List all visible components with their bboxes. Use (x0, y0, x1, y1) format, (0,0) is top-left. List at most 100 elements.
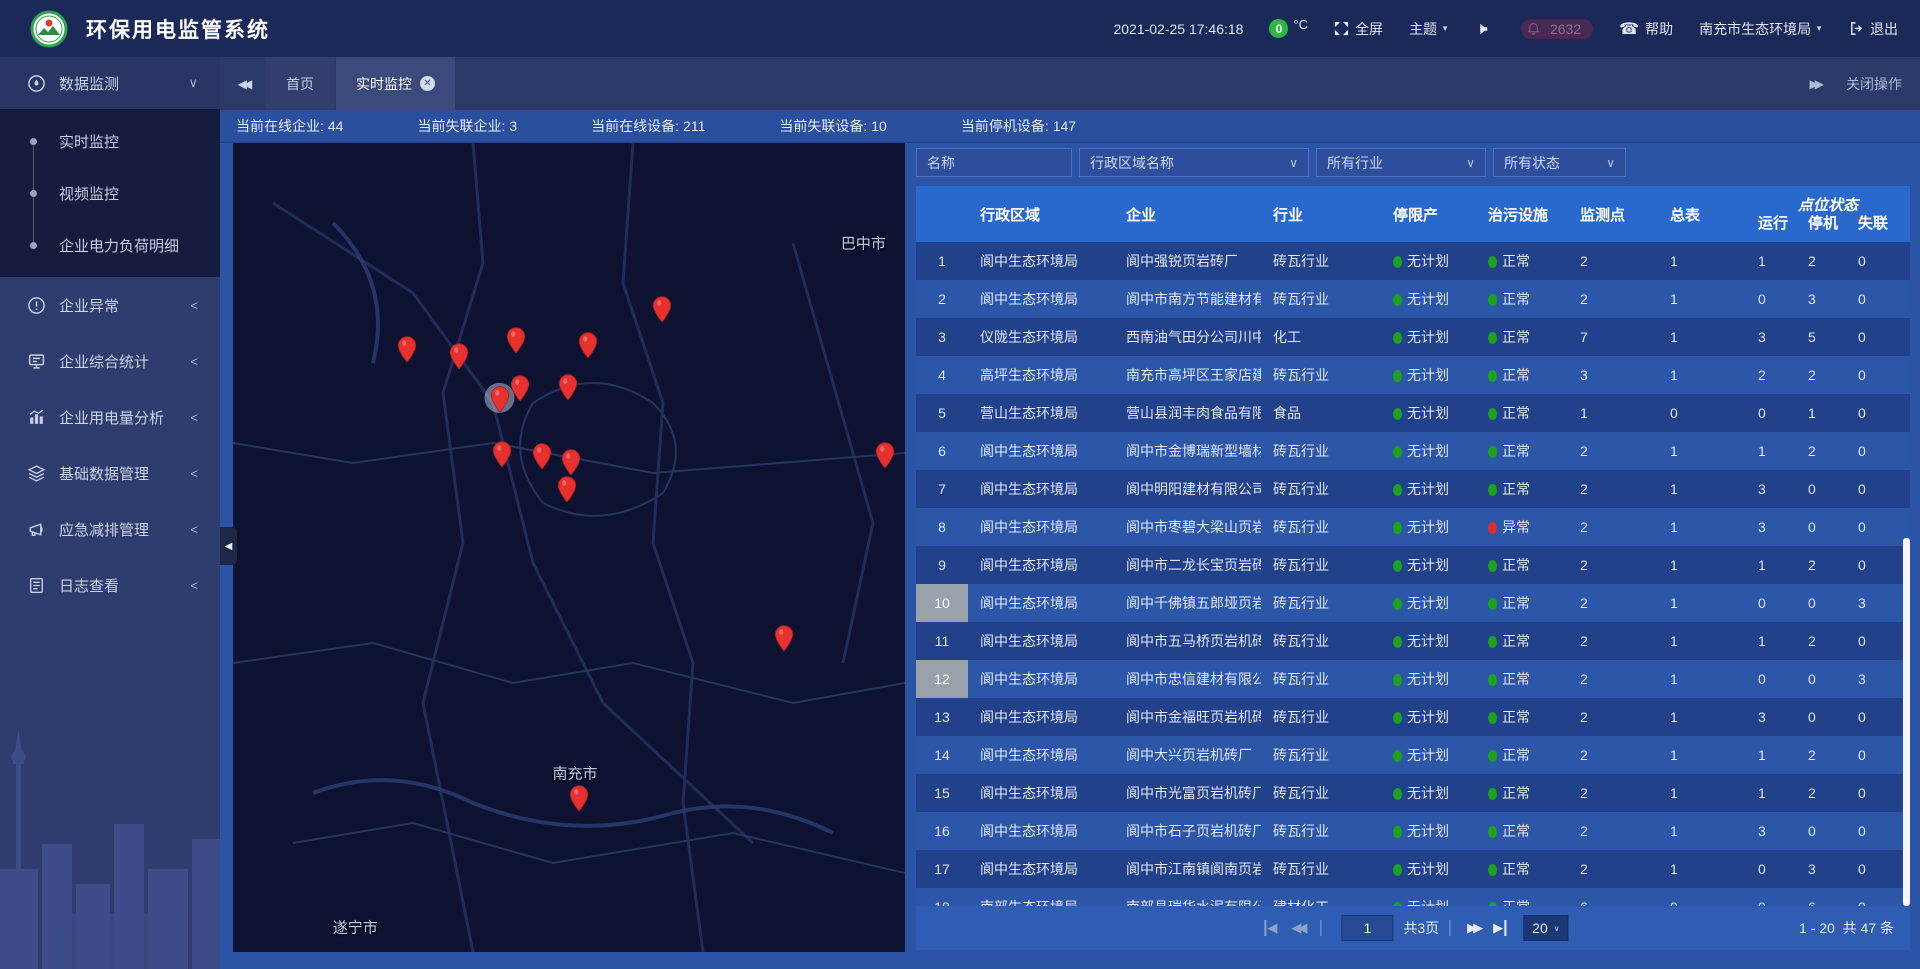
last-page-button[interactable]: ▶ (1493, 920, 1506, 936)
close-tab-icon[interactable]: ✕ (420, 76, 435, 91)
cell-num: 3 (916, 318, 968, 356)
sidebar-item-data-monitoring[interactable]: 数据监测 ∨ (0, 57, 220, 109)
cell-points: 2 (1568, 671, 1658, 687)
tab-realtime-monitoring[interactable]: 实时监控 ✕ (336, 57, 455, 110)
stats-board-icon (27, 352, 47, 371)
map-pin[interactable] (506, 327, 525, 354)
sidebar-item-enterprise-abnormal[interactable]: 企业异常 < (0, 277, 220, 333)
cell-stop: 2 (1796, 557, 1846, 573)
notification-badge[interactable]: 2632 (1521, 19, 1593, 39)
sidebar-item-enterprise-stats[interactable]: 企业综合统计 < (0, 333, 220, 389)
logout-button[interactable]: 退出 (1849, 19, 1898, 39)
cell-stop-limit: 无计划 (1381, 859, 1476, 879)
facility-dot (1488, 370, 1497, 382)
cell-facility: 正常 (1476, 821, 1568, 841)
chevron-down-icon: ∨ (1289, 156, 1298, 170)
help-button[interactable]: ☎ 帮助 (1619, 19, 1673, 39)
table-scrollbar[interactable] (1903, 538, 1910, 906)
table-row[interactable]: 1 阆中生态环境局 阆中强锐页岩砖厂 砖瓦行业 无计划 正常 2 1 1 2 0 (916, 242, 1910, 280)
industry-select[interactable]: 所有行业 ∨ (1316, 148, 1486, 177)
table-row[interactable]: 9 阆中生态环境局 阆中市二龙长宝页岩砖 砖瓦行业 无计划 正常 2 1 1 2… (916, 546, 1910, 584)
cell-stop: 0 (1796, 671, 1846, 687)
table-row[interactable]: 3 仪陇生态环境局 西南油气田分公司川中 化工 无计划 正常 7 1 3 5 0 (916, 318, 1910, 356)
table-row[interactable]: 6 阆中生态环境局 阆中市金博瑞新型墙材 砖瓦行业 无计划 正常 2 1 1 2… (916, 432, 1910, 470)
sidebar-item-base-data[interactable]: 基础数据管理 < (0, 445, 220, 501)
region-select[interactable]: 行政区域名称 ∨ (1079, 148, 1309, 177)
sidebar-item-label: 数据监测 (59, 73, 119, 94)
chevron-left-icon: < (190, 354, 198, 369)
map-pin[interactable] (398, 336, 417, 363)
sidebar-item-video-monitoring[interactable]: 视频监控 (0, 167, 220, 219)
page-number-input[interactable]: 1 (1341, 915, 1393, 941)
sidebar-item-realtime-monitoring[interactable]: 实时监控 (0, 115, 220, 167)
map-canvas[interactable]: 巴中市南充市遂宁市 (233, 143, 905, 952)
table-row[interactable]: 16 阆中生态环境局 阆中市石子页岩机砖厂 砖瓦行业 无计划 正常 2 1 3 … (916, 812, 1910, 850)
cell-points: 2 (1568, 785, 1658, 801)
table-row[interactable]: 2 阆中生态环境局 阆中市南方节能建材有 砖瓦行业 无计划 正常 2 1 0 3… (916, 280, 1910, 318)
name-search-field[interactable] (916, 148, 1072, 177)
theme-menu[interactable]: 主题 ▼ (1409, 19, 1449, 39)
prev-page-button[interactable]: ◀◀ (1291, 920, 1303, 936)
collapse-map-handle[interactable]: ◀ (220, 527, 237, 565)
sidebar-item-power-analysis[interactable]: 企业用电量分析 < (0, 389, 220, 445)
name-search-input[interactable] (927, 155, 1061, 171)
cell-facility: 正常 (1476, 327, 1568, 347)
table-row[interactable]: 7 阆中生态环境局 阆中明阳建材有限公司 砖瓦行业 无计划 正常 2 1 3 0… (916, 470, 1910, 508)
cell-num: 1 (916, 242, 968, 280)
map-pin[interactable] (510, 375, 529, 402)
status-select[interactable]: 所有状态 ∨ (1493, 148, 1626, 177)
map-pin[interactable] (652, 296, 671, 323)
map-pin[interactable] (775, 625, 794, 652)
double-right-arrow-icon[interactable]: ▶▶ (1810, 77, 1820, 91)
region-select-value: 行政区域名称 (1090, 153, 1174, 173)
stop-limit-dot (1393, 370, 1402, 382)
stop-limit-label: 无计划 (1407, 443, 1449, 459)
collapse-tabs-button[interactable]: ◀◀ (220, 57, 266, 110)
stop-limit-dot (1393, 408, 1402, 420)
map-pin[interactable] (875, 442, 894, 469)
cell-meters: 1 (1658, 671, 1746, 687)
table-row[interactable]: 5 营山生态环境局 营山县润丰肉食品有限 食品 无计划 正常 1 0 0 1 0 (916, 394, 1910, 432)
stop-limit-dot (1393, 864, 1402, 876)
map-pin[interactable] (533, 443, 552, 470)
cell-meters: 1 (1658, 519, 1746, 535)
user-org-menu[interactable]: 南充市生态环境局 ▼ (1699, 19, 1823, 39)
chevron-left-icon: < (190, 298, 198, 313)
sidebar-item-log-view[interactable]: 日志查看 < (0, 557, 220, 613)
map-pin[interactable] (490, 385, 509, 412)
tab-home[interactable]: 首页 (266, 57, 334, 110)
map-pin[interactable] (562, 449, 581, 476)
table-row[interactable]: 17 阆中生态环境局 阆中市江南镇阆南页岩 砖瓦行业 无计划 正常 2 1 0 … (916, 850, 1910, 888)
cell-run: 1 (1746, 557, 1796, 573)
table-row[interactable]: 11 阆中生态环境局 阆中市五马桥页岩机砖 砖瓦行业 无计划 正常 2 1 1 … (916, 622, 1910, 660)
table-row[interactable]: 12 阆中生态环境局 阆中市忠信建材有限公 砖瓦行业 无计划 正常 2 1 0 … (916, 660, 1910, 698)
table-row[interactable]: 8 阆中生态环境局 阆中市枣碧大梁山页岩 砖瓦行业 无计划 异常 2 1 3 0… (916, 508, 1910, 546)
map-pin[interactable] (449, 343, 468, 370)
table-row[interactable]: 15 阆中生态环境局 阆中市光富页岩机砖厂 砖瓦行业 无计划 正常 2 1 1 … (916, 774, 1910, 812)
total-pages-label: 共3页 (1403, 918, 1439, 938)
table-row[interactable]: 13 阆中生态环境局 阆中市金福旺页岩机砖 砖瓦行业 无计划 正常 2 1 3 … (916, 698, 1910, 736)
table-row[interactable]: 10 阆中生态环境局 阆中千佛镇五郎垭页岩 砖瓦行业 无计划 正常 2 1 0 … (916, 584, 1910, 622)
page-size-select[interactable]: 20 ∨ (1523, 915, 1568, 941)
sidebar-item-emission-reduction[interactable]: 应急减排管理 < (0, 501, 220, 557)
map-pin[interactable] (492, 440, 511, 467)
sidebar-item-power-load-detail[interactable]: 企业电力负荷明细 (0, 219, 220, 271)
first-page-button[interactable]: ◀ (1264, 920, 1277, 936)
next-page-button[interactable]: ▶▶ (1467, 920, 1479, 936)
map-pin[interactable] (570, 785, 589, 812)
fullscreen-button[interactable]: 全屏 (1334, 19, 1383, 39)
close-operations-button[interactable]: 关闭操作 (1846, 74, 1902, 94)
cell-lost: 3 (1846, 671, 1910, 687)
table-row[interactable]: 4 高坪生态环境局 南充市高坪区王家店建 砖瓦行业 无计划 正常 3 1 2 2… (916, 356, 1910, 394)
map-pin[interactable] (559, 374, 578, 401)
map-pin[interactable] (557, 476, 576, 503)
table-row[interactable]: 18 南部生态环境局 南部县瑞华水泥有限公 建材化工 无计划 正常 6 0 0 … (916, 888, 1910, 906)
cell-num: 2 (916, 280, 968, 318)
mute-button[interactable] (1475, 22, 1495, 36)
table-row[interactable]: 14 阆中生态环境局 阆中大兴页岩机砖厂 砖瓦行业 无计划 正常 2 1 1 2… (916, 736, 1910, 774)
megaphone-icon (27, 520, 47, 539)
alert-icon (27, 296, 47, 315)
map-pin[interactable] (578, 332, 597, 359)
stop-limit-label: 无计划 (1407, 405, 1449, 421)
cell-industry: 砖瓦行业 (1261, 517, 1381, 537)
